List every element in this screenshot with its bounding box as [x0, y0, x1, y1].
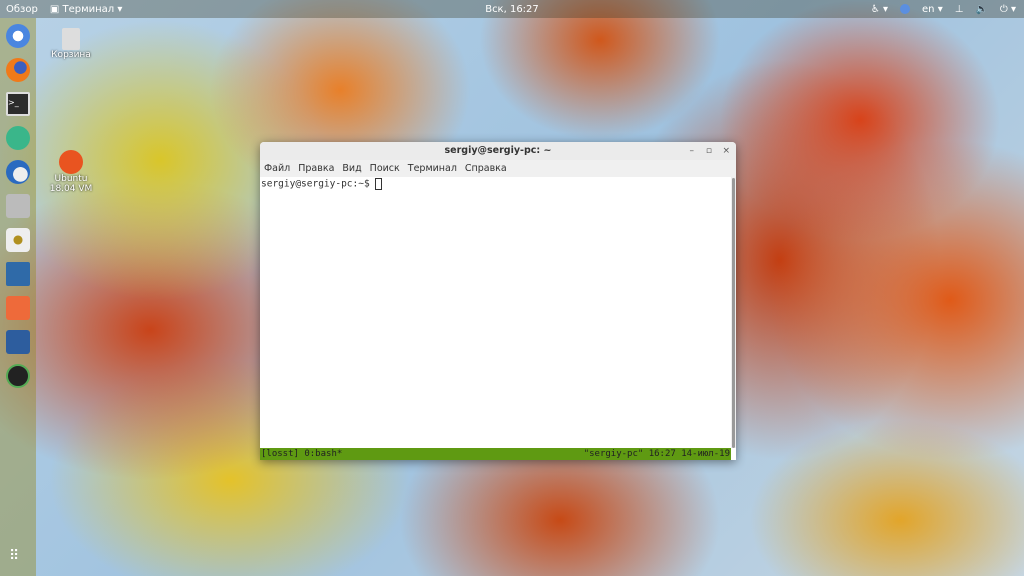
software-center-icon[interactable] [6, 296, 30, 320]
show-applications-icon[interactable]: ⠿ [9, 548, 19, 564]
tmux-status-bar: [losst] 0:bash* "sergiy-pc" 16:27 14-июл… [260, 448, 731, 460]
power-icon[interactable]: ⏻ ▾ [1000, 4, 1016, 15]
libreoffice-writer-icon[interactable] [6, 262, 30, 286]
menu-view[interactable]: Вид [342, 163, 361, 174]
menu-edit[interactable]: Правка [298, 163, 334, 174]
terminal-icon[interactable]: >_ [6, 92, 30, 116]
close-button[interactable]: × [722, 142, 730, 160]
network-icon[interactable]: ⊥ [955, 4, 964, 15]
maximize-button[interactable]: ▫ [706, 142, 712, 160]
trash-icon [62, 28, 80, 50]
cursor [375, 178, 383, 190]
menu-help[interactable]: Справка [465, 163, 507, 174]
ubuntu-icon [59, 150, 83, 174]
prompt: sergiy@sergiy-pc:~$ [261, 178, 370, 190]
volume-icon[interactable]: 🔈 [975, 4, 987, 15]
gimp-icon[interactable] [6, 364, 30, 388]
chromium-icon[interactable] [6, 24, 30, 48]
terminal-window: sergiy@sergiy-pc: ~ – ▫ × Файл Правка Ви… [260, 142, 736, 460]
title-bar[interactable]: sergiy@sergiy-pc: ~ – ▫ × [260, 142, 736, 160]
status-right: "sergiy-pc" 16:27 14-июл-19 [583, 449, 730, 459]
menu-search[interactable]: Поиск [370, 163, 400, 174]
scrollbar[interactable] [731, 177, 736, 448]
dock: >_ ⠿ [0, 18, 36, 576]
desktop-trash[interactable]: Корзина [41, 28, 101, 60]
accessibility-icon[interactable]: ♿ ▾ [871, 4, 888, 15]
virtualbox-icon[interactable] [6, 330, 30, 354]
chromium-indicator-icon[interactable] [900, 4, 911, 14]
status-left: [losst] 0:bash* [261, 449, 343, 459]
minimize-button[interactable]: – [690, 142, 695, 160]
menu-bar: Файл Правка Вид Поиск Терминал Справка [260, 160, 736, 177]
thunderbird-icon[interactable] [6, 160, 30, 184]
desktop-ubuntu-vm[interactable]: Ubuntu 18.04 VM [41, 150, 101, 194]
atom-icon[interactable] [6, 126, 30, 150]
top-bar: Обзор ▣ Терминал ▾ Вск, 16:27 ♿ ▾ en ▾ ⊥… [0, 0, 1024, 18]
menu-terminal[interactable]: Терминал [408, 163, 457, 174]
terminal-area[interactable]: sergiy@sergiy-pc:~$ [260, 177, 731, 448]
rhythmbox-icon[interactable] [6, 228, 30, 252]
files-icon[interactable] [6, 194, 30, 218]
menu-file[interactable]: Файл [264, 163, 290, 174]
clock[interactable]: Вск, 16:27 [485, 4, 539, 15]
language-selector[interactable]: en ▾ [922, 4, 943, 15]
firefox-icon[interactable] [6, 58, 30, 82]
